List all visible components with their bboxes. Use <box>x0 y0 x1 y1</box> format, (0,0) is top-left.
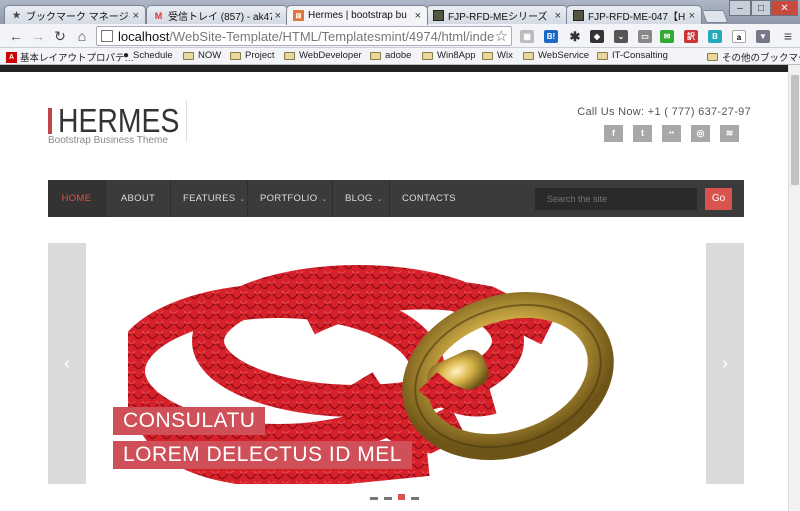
reload-icon[interactable]: ↻ <box>52 28 68 44</box>
bookmark-folder[interactable]: NOW <box>183 50 221 61</box>
bookmark-star-icon[interactable]: ☆ <box>495 27 508 45</box>
folder-icon <box>523 51 534 60</box>
folder-icon <box>183 51 194 60</box>
page-icon: ⊠ <box>293 10 304 21</box>
b-extension-icon[interactable]: B <box>708 30 722 43</box>
image-icon <box>573 10 584 21</box>
page-icon <box>101 30 113 42</box>
close-icon[interactable]: × <box>555 10 561 22</box>
bookmark-folder[interactable]: Project <box>230 50 275 61</box>
flickr-icon[interactable]: •• <box>662 125 681 142</box>
browser-toolbar: ← → ↻ ⌂ localhost/WebSite-Template/HTML/… <box>0 24 800 48</box>
close-icon[interactable]: × <box>689 10 695 22</box>
bookmark-folder[interactable]: Wix <box>482 50 513 61</box>
scrollbar-thumb[interactable] <box>791 75 799 185</box>
nav-blog[interactable]: BLOG ⌄ <box>333 180 390 217</box>
top-band <box>0 65 788 72</box>
slider-dot[interactable] <box>411 497 419 500</box>
bookmark-folder[interactable]: adobe <box>370 50 411 61</box>
scrollbar[interactable] <box>788 65 800 511</box>
menu-icon[interactable]: ≡ <box>780 28 796 44</box>
tab-fjp-series[interactable]: FJP-RFD-MEシリーズ【佐 × <box>426 5 568 25</box>
extension-icon[interactable]: ▦ <box>520 30 534 43</box>
rss-icon[interactable]: ≋ <box>720 125 739 142</box>
folder-icon <box>370 51 381 60</box>
new-tab-button[interactable] <box>701 10 729 23</box>
bookmark-folder[interactable]: WebService <box>523 50 589 61</box>
close-icon[interactable]: × <box>133 10 139 22</box>
home-icon[interactable]: ⌂ <box>74 28 90 44</box>
slider-pagination <box>370 494 419 500</box>
search-input[interactable] <box>535 188 697 210</box>
tab-fjp-047[interactable]: FJP-RFD-ME-047【HER × <box>566 5 702 25</box>
twitter-icon[interactable]: t <box>633 125 652 142</box>
call-us-text: Call Us Now: +1 ( 777) 637-27-97 <box>577 106 751 118</box>
image-icon <box>433 10 444 21</box>
hatena-bookmark-icon[interactable]: B! <box>544 30 558 43</box>
slider-dot[interactable] <box>384 497 392 500</box>
bookmarks-bar: A 基本レイアウトプロパテ… ● Schedule NOW Project WebD… <box>0 48 800 65</box>
logo-divider <box>186 100 187 142</box>
forward-icon[interactable]: → <box>30 28 46 44</box>
tab-gmail[interactable]: M 受信トレイ (857) - ak47s × <box>146 5 288 25</box>
logo-accent-bar <box>48 108 52 134</box>
bookmark-folder[interactable]: WebDeveloper <box>284 50 362 61</box>
bookmark-folder[interactable]: IT-Consalting <box>597 50 668 61</box>
folder-icon <box>597 51 608 60</box>
nav-contacts[interactable]: CONTACTS <box>390 180 470 217</box>
amazon-icon[interactable]: a <box>732 30 746 43</box>
dribbble-icon[interactable]: ◎ <box>691 125 710 142</box>
maximize-button[interactable]: □ <box>751 0 771 16</box>
slide-caption-title: CONSULATU <box>113 407 266 435</box>
hero-slider: ‹ › CONSULATU LOREM DELECTUS ID MEL <box>48 243 744 484</box>
facebook-icon[interactable]: f <box>604 125 623 142</box>
folder-icon <box>422 51 433 60</box>
translate-icon[interactable]: 訳 <box>684 30 698 43</box>
folder-icon <box>230 51 241 60</box>
pdf-icon: A <box>6 51 17 63</box>
star-icon: ★ <box>12 10 21 20</box>
evernote-icon[interactable]: ◆ <box>590 30 604 43</box>
gmail-icon: M <box>154 10 163 21</box>
pocket-icon[interactable]: ⌄ <box>614 30 628 43</box>
slider-dot[interactable] <box>398 494 405 500</box>
close-icon[interactable]: × <box>415 10 421 22</box>
minimize-button[interactable]: – <box>729 0 751 16</box>
nav-home[interactable]: HOME <box>48 180 106 217</box>
nav-about[interactable]: ABOUT <box>106 180 171 217</box>
tab-bookmark-manager[interactable]: ★ ブックマーク マネージャ × <box>4 5 146 25</box>
other-bookmarks-folder[interactable]: その他のブックマーク <box>707 50 800 64</box>
slide-caption-subtitle: LOREM DELECTUS ID MEL <box>113 441 412 469</box>
slider-next-button[interactable]: › <box>706 243 744 484</box>
folder-icon <box>284 51 295 60</box>
folder-icon <box>707 53 718 61</box>
apple-icon: ● <box>123 50 130 61</box>
chevron-down-icon: ⌄ <box>239 195 246 203</box>
bookmark-item[interactable]: A 基本レイアウトプロパテ… <box>6 50 134 64</box>
chevron-down-icon: ⌄ <box>376 195 383 203</box>
tab-hermes[interactable]: ⊠ Hermes | bootstrap bu × <box>286 5 428 25</box>
site-tagline: Bootstrap Business Theme <box>48 135 168 146</box>
back-icon[interactable]: ← <box>8 28 24 44</box>
slider-prev-button[interactable]: ‹ <box>48 243 86 484</box>
bookmark-item[interactable]: ● Schedule <box>123 50 173 61</box>
window-close-button[interactable]: ✕ <box>771 0 798 16</box>
shield-icon[interactable]: ▼ <box>756 30 770 43</box>
tab-strip: ★ ブックマーク マネージャ × M 受信トレイ (857) - ak47s ×… <box>0 0 800 25</box>
line-icon[interactable]: ✉ <box>660 30 674 43</box>
bookmark-folder[interactable]: Win8App <box>422 50 476 61</box>
search-go-button[interactable]: Go <box>705 188 732 210</box>
nav-portfolio[interactable]: PORTFOLIO ⌄ <box>248 180 333 217</box>
address-bar[interactable]: localhost/WebSite-Template/HTML/Template… <box>96 26 512 46</box>
nav-features[interactable]: FEATURES ⌄ <box>171 180 248 217</box>
folder-icon <box>482 51 493 60</box>
chevron-down-icon: ⌄ <box>321 195 328 203</box>
close-icon[interactable]: × <box>275 10 281 22</box>
cast-icon[interactable]: ▭ <box>638 30 652 43</box>
slider-dot[interactable] <box>370 497 378 500</box>
gear-icon[interactable]: ✱ <box>568 30 582 43</box>
